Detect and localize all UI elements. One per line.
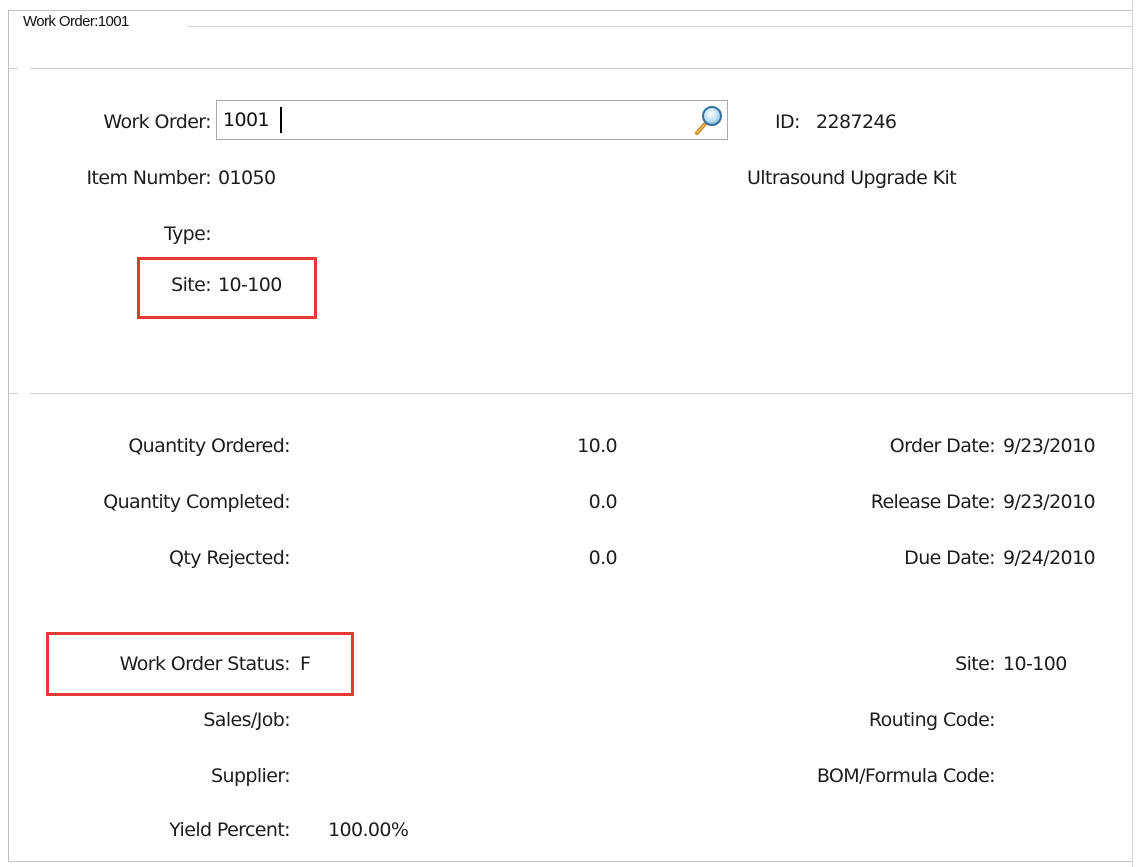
site-label: Site: bbox=[171, 274, 211, 296]
qty-rejected-label: Qty Rejected: bbox=[169, 547, 291, 569]
section-divider-middle bbox=[30, 393, 1132, 394]
section-divider-top bbox=[30, 68, 1132, 69]
supplier-label: Supplier: bbox=[211, 765, 291, 787]
work-order-label: Work Order: bbox=[103, 111, 211, 133]
title-rule bbox=[188, 26, 1132, 27]
quantity-ordered-value: 10.0 bbox=[577, 435, 618, 457]
work-order-status-label: Work Order Status: bbox=[119, 653, 291, 675]
text-caret bbox=[280, 107, 282, 133]
window-frame-left bbox=[8, 10, 9, 862]
order-date-label: Order Date: bbox=[889, 435, 996, 457]
work-order-status-value: F bbox=[300, 653, 311, 675]
window-frame-top bbox=[8, 10, 1133, 11]
section-divider-stub bbox=[8, 68, 18, 69]
id-label: ID: bbox=[775, 111, 800, 133]
yield-percent-value: 100.00% bbox=[328, 819, 409, 841]
bom-formula-code-label: BOM/Formula Code: bbox=[816, 765, 996, 787]
search-icon[interactable] bbox=[693, 104, 725, 136]
yield-percent-label: Yield Percent: bbox=[169, 819, 290, 841]
status-site-label: Site: bbox=[955, 653, 995, 675]
window-frame-bottom bbox=[8, 861, 1133, 862]
id-value: 2287246 bbox=[816, 111, 897, 133]
window-title: Work Order:1001 bbox=[19, 13, 135, 30]
due-date-value: 9/24/2010 bbox=[1003, 547, 1096, 569]
type-label: Type: bbox=[163, 223, 212, 245]
sales-job-label: Sales/Job: bbox=[203, 709, 290, 731]
order-date-value: 9/23/2010 bbox=[1003, 435, 1096, 457]
quantity-ordered-label: Quantity Ordered: bbox=[128, 435, 290, 457]
quantity-completed-value: 0.0 bbox=[588, 491, 618, 513]
work-order-field[interactable] bbox=[216, 100, 728, 140]
item-number-label: Item Number: bbox=[86, 167, 212, 189]
quantity-completed-label: Quantity Completed: bbox=[103, 491, 290, 513]
release-date-value: 9/23/2010 bbox=[1003, 491, 1096, 513]
item-description: Ultrasound Upgrade Kit bbox=[747, 167, 957, 189]
due-date-label: Due Date: bbox=[904, 547, 995, 569]
status-site-value: 10-100 bbox=[1003, 653, 1067, 675]
routing-code-label: Routing Code: bbox=[868, 709, 996, 731]
item-number-value: 01050 bbox=[218, 167, 276, 189]
release-date-label: Release Date: bbox=[870, 491, 996, 513]
window-frame-right bbox=[1132, 0, 1133, 867]
qty-rejected-value: 0.0 bbox=[588, 547, 618, 569]
section-divider-stub bbox=[8, 393, 18, 394]
work-order-input[interactable] bbox=[223, 105, 683, 135]
site-value: 10-100 bbox=[218, 274, 282, 296]
